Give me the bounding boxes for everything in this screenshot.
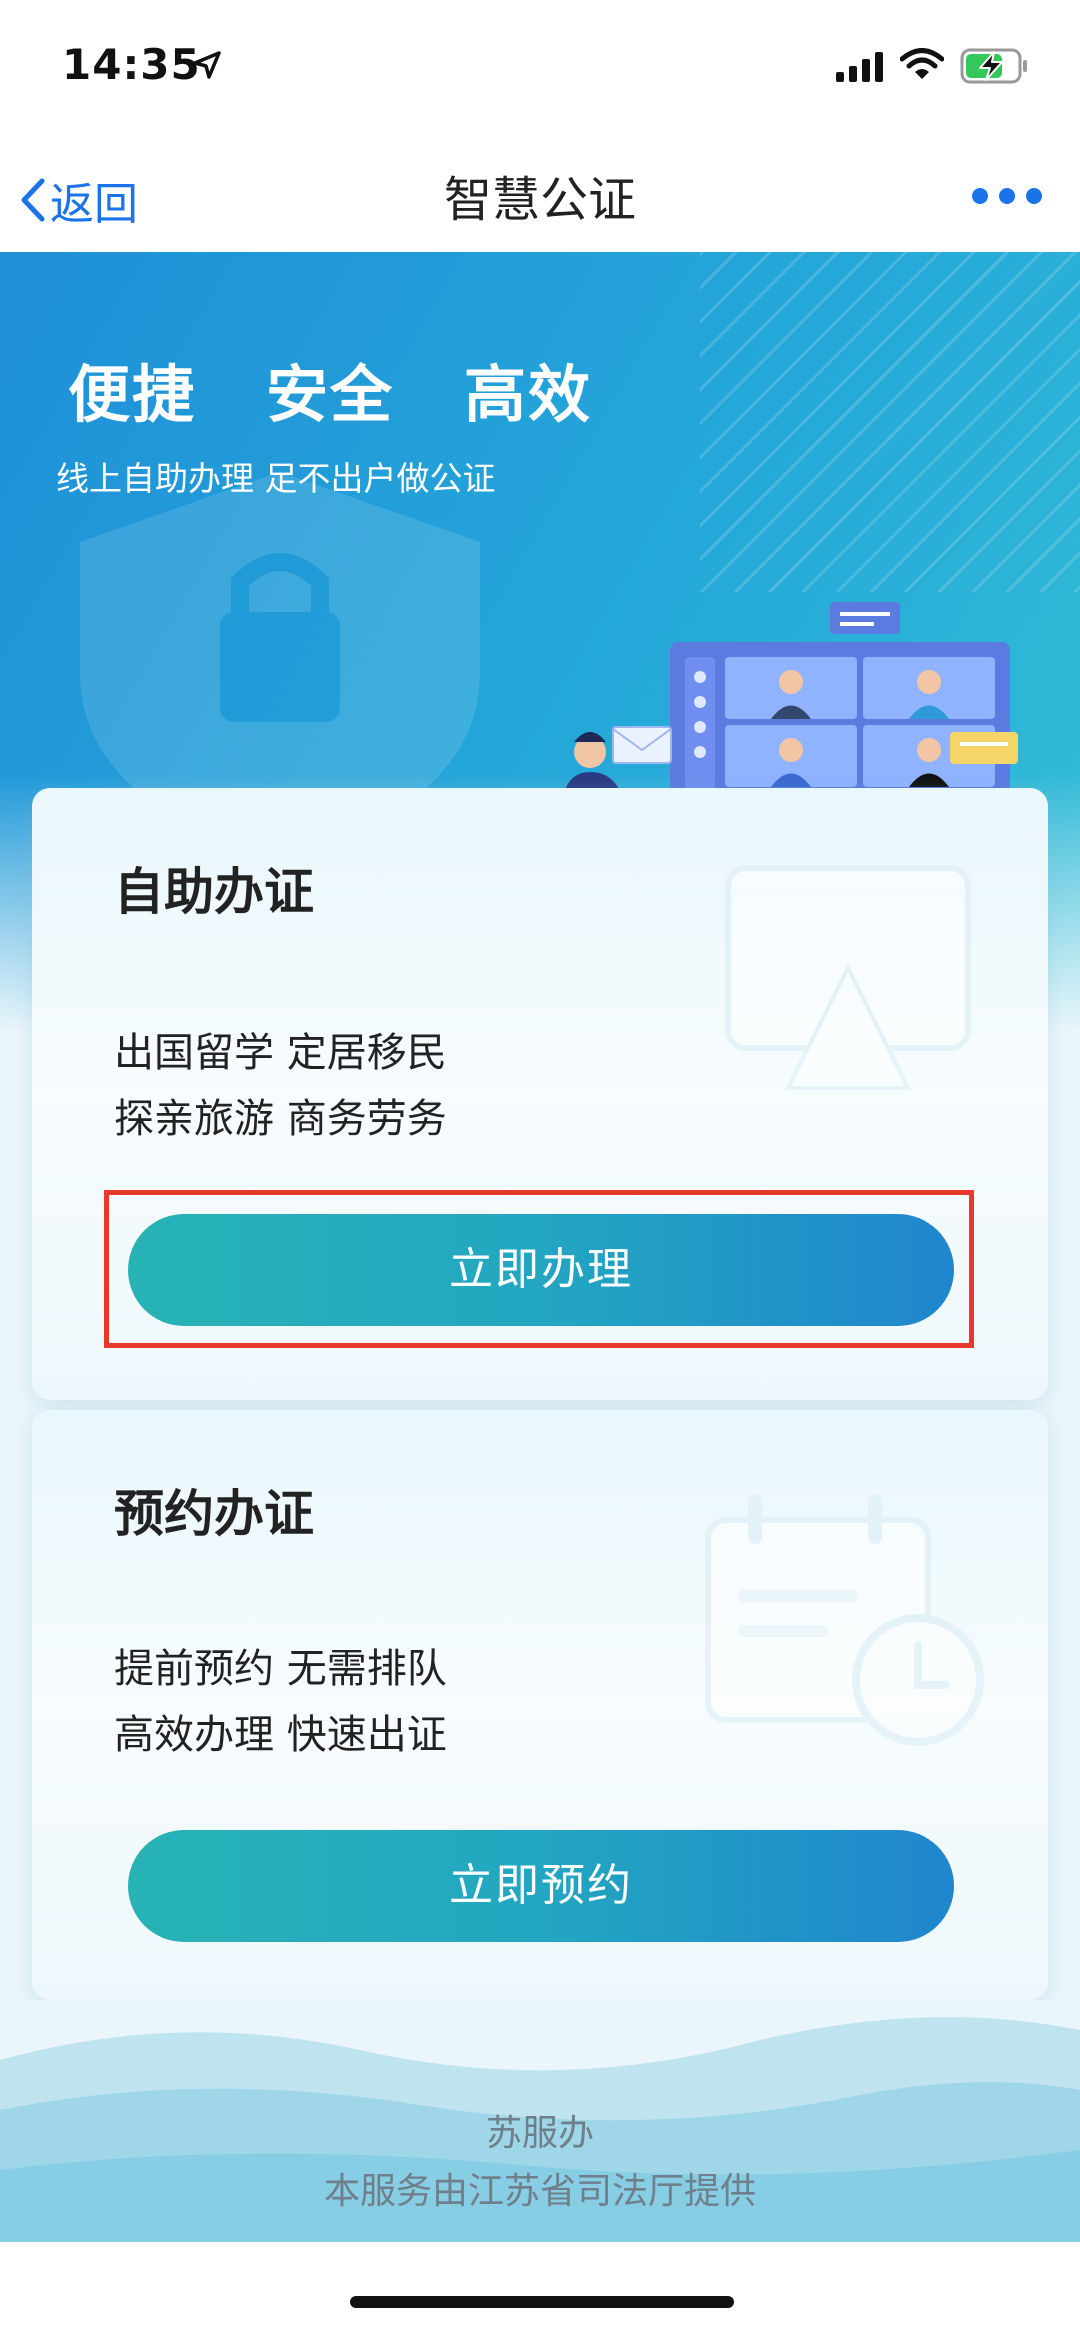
hero-subtitle: 线上自助办理 足不出户做公证 (56, 459, 496, 498)
book-now-button[interactable]: 立即预约 (128, 1830, 954, 1942)
home-indicator[interactable] (350, 2296, 734, 2308)
page-title: 智慧公证 (443, 172, 636, 228)
slogan-secure: 安全 (266, 358, 395, 431)
highlight-box (104, 1190, 974, 1348)
cellular-signal-icon (836, 52, 883, 82)
slogan-efficient: 高效 (464, 358, 593, 431)
battery-charging-icon (960, 48, 1027, 84)
status-time: 14:35 (62, 40, 201, 89)
navigation-bar: 返回 智慧公证 (0, 150, 1080, 252)
status-bar: 14:35 (0, 0, 1080, 150)
card-title: 自助办证 (114, 863, 314, 921)
location-arrow-icon (193, 51, 221, 79)
footer-note: 本服务由江苏省司法厅提供 (323, 2171, 756, 2212)
card-description: 出国留学 定居移民 探亲旅游 商务劳务 (114, 1020, 447, 1152)
card-line: 高效办理 快速出证 (114, 1712, 447, 1758)
card-line: 探亲旅游 商务劳务 (114, 1096, 447, 1142)
card-line: 提前预约 无需排队 (114, 1646, 447, 1692)
footer-brand: 苏服办 (485, 2113, 594, 2154)
home-bar (0, 2242, 1080, 2337)
play-screen-watermark-icon (725, 865, 971, 1090)
more-options-icon[interactable] (972, 188, 1042, 204)
wifi-icon (900, 48, 944, 79)
card-line: 出国留学 定居移民 (114, 1030, 447, 1076)
slogan: 便捷 安全 高效 (68, 344, 592, 434)
card-description: 提前预约 无需排队 高效办理 快速出证 (114, 1636, 447, 1768)
decorative-stripes (700, 252, 1080, 592)
slogan-convenient: 便捷 (68, 358, 197, 431)
card-title: 预约办证 (114, 1485, 314, 1543)
calendar-clock-watermark-icon (705, 1494, 984, 1746)
appointment-card: 预约办证 提前预约 无需排队 高效办理 快速出证 立即预约 (32, 1410, 1048, 2000)
